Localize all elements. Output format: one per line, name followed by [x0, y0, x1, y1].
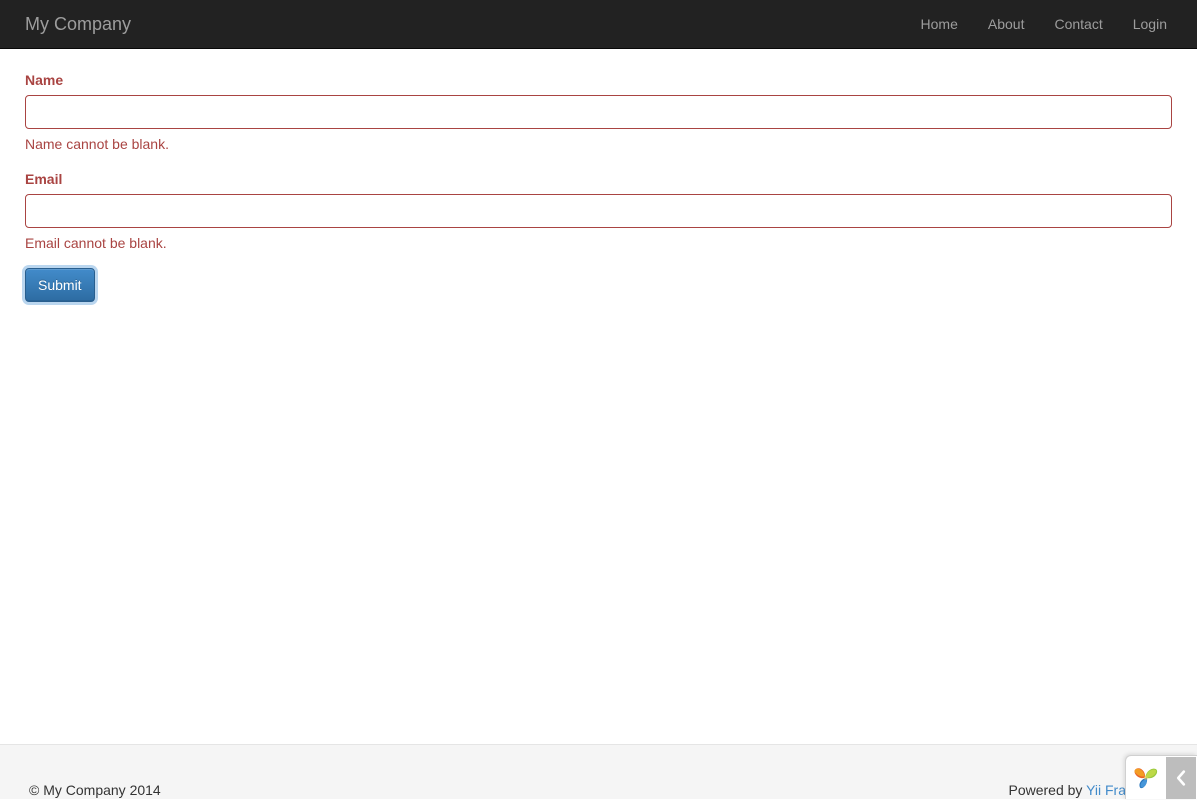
form-actions: Submit	[25, 268, 1172, 302]
chevron-left-icon[interactable]	[1166, 756, 1196, 799]
email-label: Email	[25, 171, 63, 187]
submit-button[interactable]: Submit	[25, 268, 95, 302]
name-input[interactable]	[25, 95, 1172, 129]
nav-item-about[interactable]: About	[973, 0, 1040, 49]
email-input[interactable]	[25, 194, 1172, 228]
powered-by-text: Powered by	[1008, 782, 1087, 798]
navbar-nav: Home About Contact Login	[906, 0, 1182, 49]
navbar-brand[interactable]: My Company	[25, 0, 131, 49]
nav-link-contact[interactable]: Contact	[1039, 0, 1117, 49]
yii-logo-icon[interactable]	[1126, 757, 1166, 799]
yii-debug-toolbar[interactable]	[1125, 755, 1197, 799]
page-footer: © My Company 2014 Powered by Yii Framewo…	[0, 744, 1197, 799]
form-group-name: Name Name cannot be blank.	[25, 70, 1172, 154]
name-label: Name	[25, 72, 64, 88]
nav-link-about[interactable]: About	[973, 0, 1040, 49]
nav-link-home[interactable]: Home	[906, 0, 973, 49]
nav-item-contact[interactable]: Contact	[1039, 0, 1117, 49]
main-container: Name Name cannot be blank. Email Email c…	[0, 49, 1197, 302]
form-group-email: Email Email cannot be blank.	[25, 169, 1172, 253]
contact-form: Name Name cannot be blank. Email Email c…	[25, 49, 1172, 302]
email-error-message: Email cannot be blank.	[25, 235, 167, 251]
nav-link-login[interactable]: Login	[1118, 0, 1182, 49]
nav-item-home[interactable]: Home	[906, 0, 973, 49]
footer-inner: © My Company 2014 Powered by Yii Framewo…	[0, 745, 1197, 799]
top-navbar: My Company Home About Contact Login	[0, 0, 1197, 49]
name-error-message: Name cannot be blank.	[25, 136, 169, 152]
nav-item-login[interactable]: Login	[1118, 0, 1182, 49]
footer-copyright: © My Company 2014	[29, 782, 161, 798]
